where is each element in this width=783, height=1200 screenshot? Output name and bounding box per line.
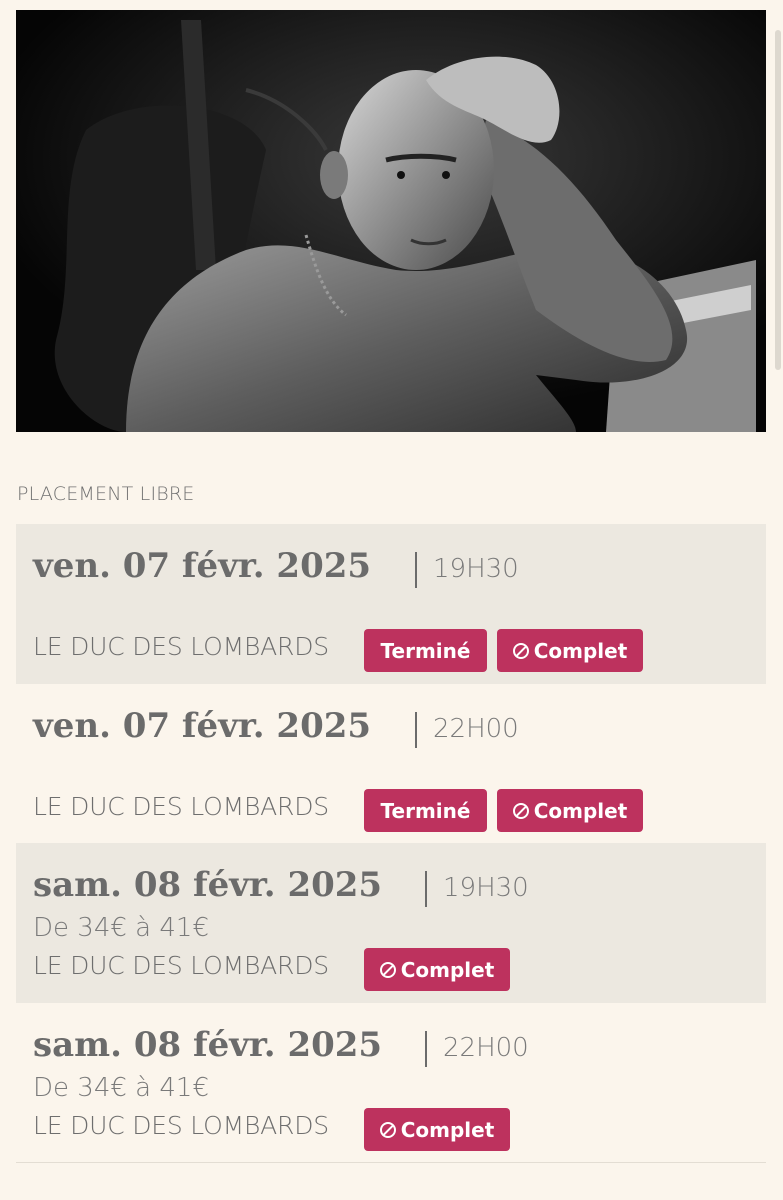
badge-label: Terminé [380, 798, 471, 823]
event-time: 19H30 [433, 554, 519, 584]
event-date: sam. 08 févr. 2025 [33, 1025, 383, 1065]
badge-label: Complet [400, 1117, 495, 1142]
event-date: ven. 07 févr. 2025 [33, 546, 372, 586]
event-row[interactable]: sam. 08 févr. 2025 22H00 De 34€ à 41€ LE… [16, 1003, 766, 1163]
event-time: 22H00 [443, 1033, 529, 1063]
badge-label: Complet [533, 638, 628, 663]
event-venue: LE DUC DES LOMBARDS [33, 632, 329, 661]
ban-icon [379, 961, 396, 978]
status-badge-complet: Complet [364, 1108, 510, 1151]
separator [425, 1031, 427, 1067]
separator [415, 552, 417, 588]
event-row[interactable]: ven. 07 févr. 2025 19H30 LE DUC DES LOMB… [16, 524, 766, 684]
badge-label: Complet [533, 798, 628, 823]
ban-icon [512, 642, 529, 659]
status-badge-complet: Complet [364, 948, 510, 991]
status-badge-termine: Terminé [364, 629, 487, 672]
status-badge-termine: Terminé [364, 789, 487, 832]
placement-label: PLACEMENT LIBRE [17, 483, 195, 505]
badge-label: Complet [400, 957, 495, 982]
event-time: 22H00 [433, 714, 519, 744]
event-row[interactable]: sam. 08 févr. 2025 19H30 De 34€ à 41€ LE… [16, 843, 766, 1003]
event-row[interactable]: ven. 07 févr. 2025 22H00 LE DUC DES LOMB… [16, 684, 766, 844]
event-venue: LE DUC DES LOMBARDS [33, 1111, 329, 1140]
artist-portrait-icon [16, 10, 766, 432]
artist-photo [16, 10, 766, 432]
event-time: 19H30 [443, 873, 529, 903]
status-badge-complet: Complet [497, 629, 643, 672]
badge-label: Terminé [380, 638, 471, 663]
divider [16, 1162, 766, 1163]
event-price: De 34€ à 41€ [33, 913, 209, 943]
separator [415, 712, 417, 748]
separator [425, 871, 427, 907]
event-venue: LE DUC DES LOMBARDS [33, 792, 329, 821]
event-price: De 34€ à 41€ [33, 1073, 209, 1103]
scrollbar[interactable] [775, 30, 781, 370]
status-badge-complet: Complet [497, 789, 643, 832]
event-date: ven. 07 févr. 2025 [33, 706, 372, 746]
event-date: sam. 08 févr. 2025 [33, 865, 383, 905]
ban-icon [512, 802, 529, 819]
event-venue: LE DUC DES LOMBARDS [33, 951, 329, 980]
ban-icon [379, 1121, 396, 1138]
